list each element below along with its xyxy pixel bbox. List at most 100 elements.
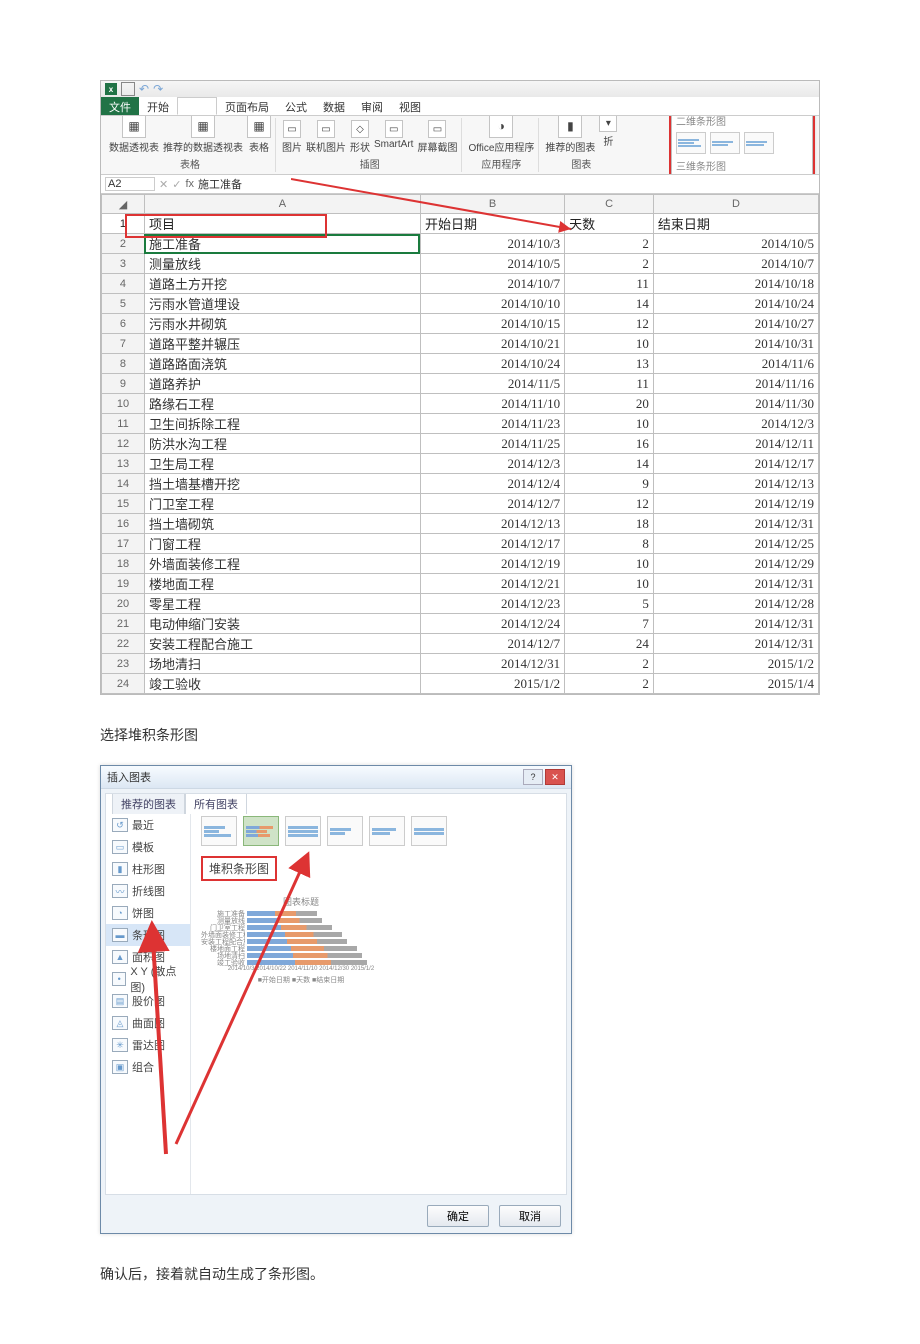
cell[interactable]: 门窗工程 (144, 534, 420, 554)
screenshot-button[interactable]: ▭屏幕截图 (417, 120, 457, 154)
cell[interactable]: 2014/12/17 (653, 454, 818, 474)
cell[interactable]: 7 (565, 614, 654, 634)
cell[interactable]: 5 (565, 594, 654, 614)
row-header[interactable]: 18 (102, 554, 145, 574)
cell[interactable]: 外墙面装修工程 (144, 554, 420, 574)
fx-icon[interactable]: fx (185, 178, 194, 190)
cell[interactable]: 11 (565, 274, 654, 294)
cell[interactable]: 道路养护 (144, 374, 420, 394)
chart-type-item[interactable]: ▭模板 (106, 836, 190, 858)
cell[interactable]: 2014/10/10 (420, 294, 564, 314)
col-header-d[interactable]: D (653, 195, 818, 214)
recommended-chart-button[interactable]: ▮推荐的图表 (545, 116, 595, 154)
row-header[interactable]: 1 (102, 214, 145, 234)
cell[interactable]: 竣工验收 (144, 674, 420, 694)
cell[interactable]: 2014/11/16 (653, 374, 818, 394)
online-picture-button[interactable]: ▭联机图片 (306, 120, 346, 154)
row-header[interactable]: 9 (102, 374, 145, 394)
cell[interactable]: 路缘石工程 (144, 394, 420, 414)
cell[interactable]: 污雨水井砌筑 (144, 314, 420, 334)
pivot-table-button[interactable]: ▦数据透视表 (109, 116, 159, 154)
save-icon[interactable] (121, 82, 135, 96)
cell[interactable]: 零星工程 (144, 594, 420, 614)
cell[interactable]: 2014/12/25 (653, 534, 818, 554)
bar-subtype-3d-100stacked[interactable] (411, 816, 447, 846)
cell[interactable]: 2014/10/27 (653, 314, 818, 334)
cell[interactable]: 16 (565, 434, 654, 454)
cell[interactable]: 2014/12/11 (653, 434, 818, 454)
cell[interactable]: 2014/11/25 (420, 434, 564, 454)
row-header[interactable]: 6 (102, 314, 145, 334)
row-header[interactable]: 11 (102, 414, 145, 434)
row-header[interactable]: 4 (102, 274, 145, 294)
chart-type-item[interactable]: ▤股价图 (106, 990, 190, 1012)
cell[interactable]: 2014/10/7 (420, 274, 564, 294)
row-header[interactable]: 20 (102, 594, 145, 614)
cell[interactable]: 2014/12/17 (420, 534, 564, 554)
close-icon[interactable]: ✕ (545, 769, 565, 785)
spreadsheet[interactable]: ◢ A B C D 1项目开始日期天数结束日期2施工准备2014/10/3220… (101, 194, 819, 694)
chart-type-item[interactable]: ▬条形图 (106, 924, 190, 946)
redo-icon[interactable]: ↷ (153, 82, 163, 96)
chart-type-item[interactable]: ▣组合 (106, 1056, 190, 1078)
cell[interactable]: 24 (565, 634, 654, 654)
cell[interactable]: 18 (565, 514, 654, 534)
cell[interactable]: 2014/12/31 (653, 514, 818, 534)
row-header[interactable]: 19 (102, 574, 145, 594)
chart-type-item[interactable]: ◔饼图 (106, 902, 190, 924)
cell[interactable]: 2014/12/23 (420, 594, 564, 614)
cancel-button[interactable]: 取消 (499, 1205, 561, 1227)
cell[interactable]: 污雨水管道埋设 (144, 294, 420, 314)
shapes-button[interactable]: ◇形状 (350, 120, 370, 154)
cell[interactable]: 2014/10/24 (420, 354, 564, 374)
formula-value[interactable]: 施工准备 (198, 176, 815, 192)
row-header[interactable]: 23 (102, 654, 145, 674)
picture-button[interactable]: ▭图片 (282, 120, 302, 154)
row-header[interactable]: 10 (102, 394, 145, 414)
cell[interactable]: 2014/10/5 (653, 234, 818, 254)
bar-subtype-stacked[interactable] (243, 816, 279, 846)
cell[interactable]: 2014/10/31 (653, 334, 818, 354)
bar-subtype-3d-clustered[interactable] (327, 816, 363, 846)
enter-icon[interactable]: ✓ (172, 178, 181, 191)
cell[interactable]: 13 (565, 354, 654, 374)
cell[interactable]: 10 (565, 334, 654, 354)
cell[interactable]: 2014/12/21 (420, 574, 564, 594)
tab-layout[interactable]: 页面布局 (217, 97, 277, 115)
cell[interactable]: 12 (565, 494, 654, 514)
cell[interactable]: 14 (565, 294, 654, 314)
cell[interactable]: 2014/11/10 (420, 394, 564, 414)
chart-type-item[interactable]: •X Y (散点图) (106, 968, 190, 990)
row-header[interactable]: 12 (102, 434, 145, 454)
cell[interactable]: 2 (565, 234, 654, 254)
office-apps-button[interactable]: ◑Office应用程序 (468, 116, 534, 154)
chart-type-item[interactable]: ◬曲面图 (106, 1012, 190, 1034)
cell[interactable]: 2014/12/19 (653, 494, 818, 514)
cell[interactable]: 天数 (565, 214, 654, 234)
bar-subtype-clustered[interactable] (201, 816, 237, 846)
smartart-button[interactable]: ▭SmartArt (374, 120, 413, 154)
cell[interactable]: 2014/12/7 (420, 494, 564, 514)
cell[interactable]: 道路平整并辗压 (144, 334, 420, 354)
chart-more-button[interactable]: ▾折 (599, 116, 617, 154)
cell[interactable]: 2015/1/2 (420, 674, 564, 694)
chart-type-item[interactable]: ↺最近 (106, 814, 190, 836)
cell[interactable]: 10 (565, 574, 654, 594)
cell[interactable]: 10 (565, 414, 654, 434)
row-header[interactable]: 15 (102, 494, 145, 514)
tab-review[interactable]: 审阅 (353, 97, 391, 115)
cell[interactable]: 2015/1/2 (653, 654, 818, 674)
cell[interactable]: 2014/12/28 (653, 594, 818, 614)
bar-2d-thumb[interactable] (744, 132, 774, 154)
bar-subtype-100stacked[interactable] (285, 816, 321, 846)
tab-home[interactable]: 开始 (139, 97, 177, 115)
tab-view[interactable]: 视图 (391, 97, 429, 115)
undo-icon[interactable]: ↶ (139, 82, 149, 96)
cell[interactable]: 20 (565, 394, 654, 414)
cell[interactable]: 2014/11/6 (653, 354, 818, 374)
tab-recommended-charts[interactable]: 推荐的图表 (112, 793, 185, 814)
cell[interactable]: 2014/10/5 (420, 254, 564, 274)
cell[interactable]: 测量放线 (144, 254, 420, 274)
row-header[interactable]: 2 (102, 234, 145, 254)
cell[interactable]: 施工准备 (144, 234, 420, 254)
